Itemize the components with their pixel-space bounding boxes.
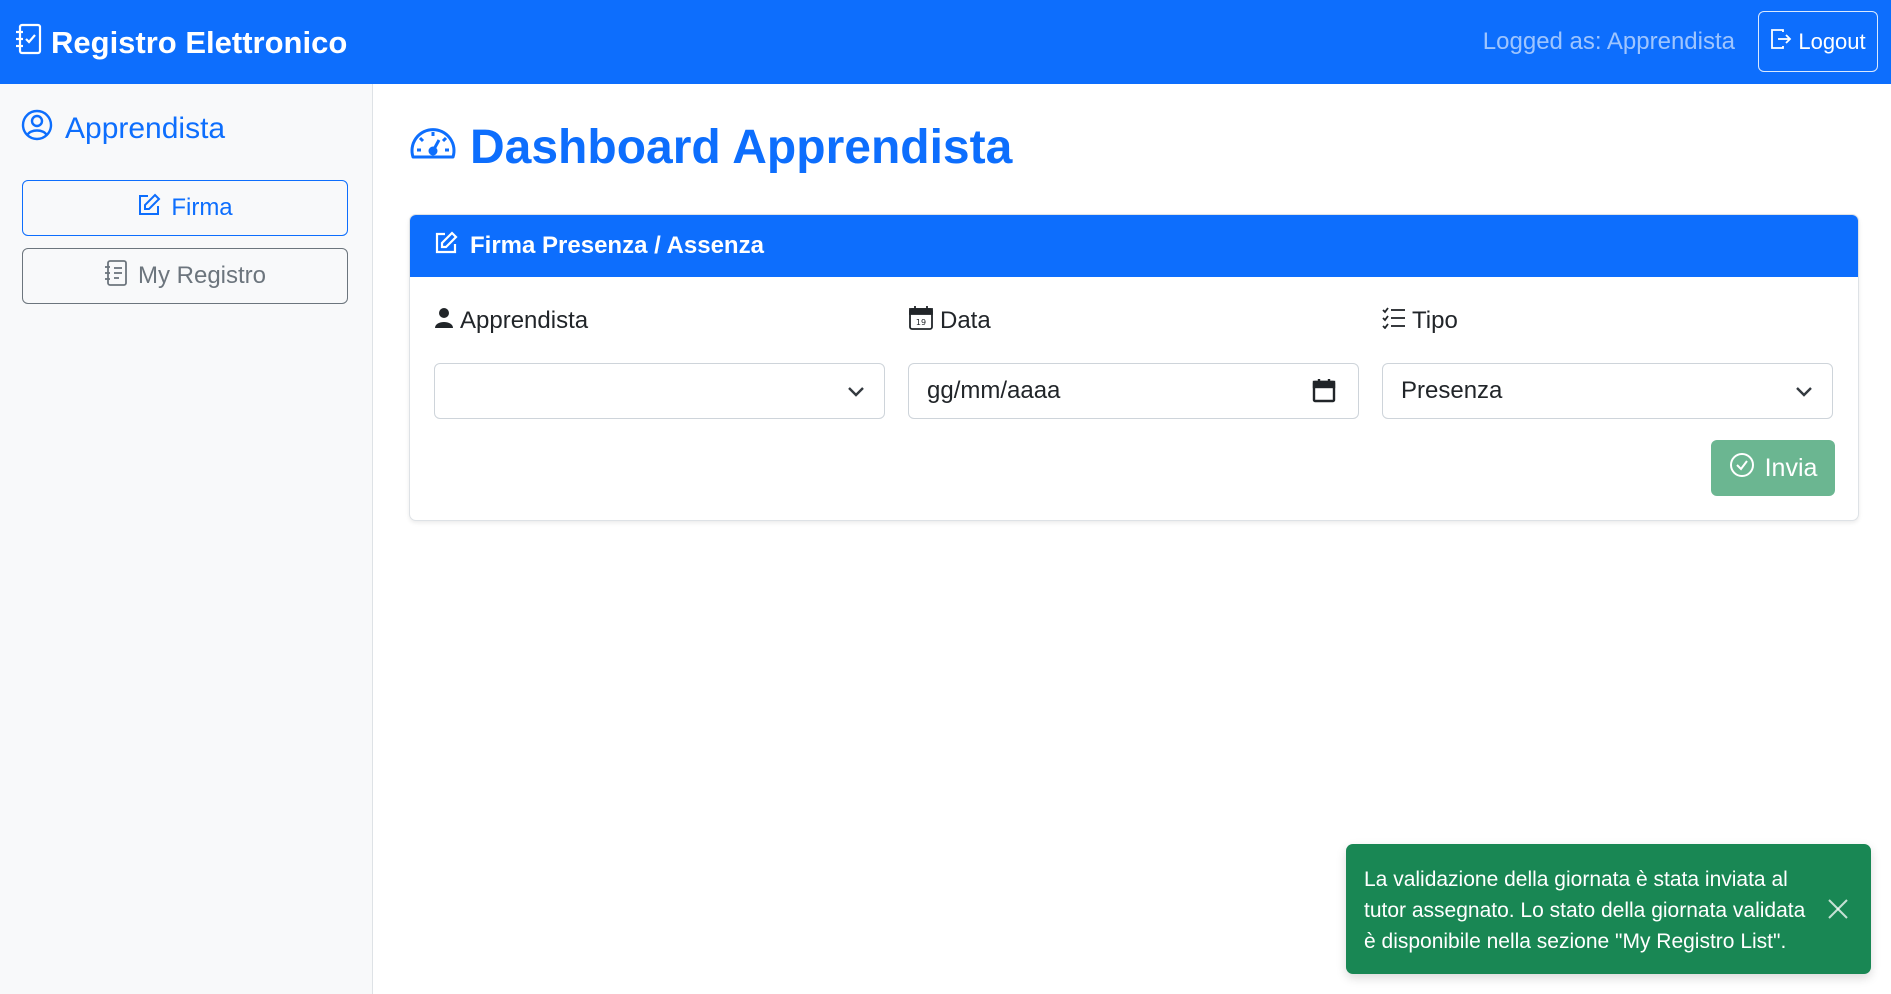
calendar-picker-icon[interactable] [1312,378,1336,411]
brand-text: Registro Elettronico [51,25,348,60]
pencil-square-icon [137,193,171,224]
navbar: Registro Elettronico Logged as: Apprendi… [0,0,1891,84]
list-check-icon [1382,306,1412,336]
logout-label: Logout [1798,28,1866,54]
tipo-label: Tipo [1382,305,1833,337]
toast-notification: La validazione della giornata è stata in… [1346,844,1871,974]
card-header-text: Firma Presenza / Assenza [470,232,764,259]
person-circle-icon [21,109,65,149]
logout-button[interactable]: Logout [1758,11,1878,72]
sidebar-item-label: My Registro [137,262,267,289]
card-header: Firma Presenza / Assenza [410,215,1858,277]
sidebar-title: Apprendista [21,109,225,149]
calendar-icon: 19 [908,305,940,338]
data-input-placeholder: gg/mm/aaaa [927,377,1061,404]
box-arrow-right-icon [1770,28,1798,56]
check-circle-icon [1729,452,1765,485]
journal-text-icon [104,259,138,293]
data-input[interactable]: gg/mm/aaaa [908,363,1359,419]
svg-text:19: 19 [916,318,926,327]
sidebar-item-label: Firma [171,194,233,221]
pencil-square-icon [434,230,470,262]
tipo-select[interactable]: Presenza [1382,363,1833,419]
tipo-label-text: Tipo [1412,307,1458,334]
apprendista-field: Apprendista [434,305,885,419]
brand[interactable]: Registro Elettronico [15,23,348,63]
invia-label: Invia [1764,453,1818,482]
sidebar-item-firma[interactable]: Firma [22,180,348,236]
chevron-down-icon [1794,380,1814,408]
sidebar-title-text: Apprendista [65,112,226,145]
page-title-text: Dashboard Apprendista [470,121,1013,174]
sidebar-item-my-registro[interactable]: My Registro [22,248,348,304]
apprendista-select[interactable] [434,363,885,419]
tipo-field: Tipo Presenza [1382,305,1833,419]
data-label-text: Data [940,307,991,334]
firma-card: Firma Presenza / Assenza Apprendista 19 … [409,214,1859,521]
page-title: Dashboard Apprendista [408,120,1012,175]
toast-message: La validazione della giornata è stata in… [1364,868,1806,953]
tipo-select-value: Presenza [1401,377,1503,404]
sidebar: Apprendista Firma My Registro [0,84,373,994]
chevron-down-icon [846,380,866,408]
apprendista-label: Apprendista [434,305,885,337]
close-icon[interactable] [1827,898,1849,920]
logged-as-text: Logged as: Apprendista [1482,28,1735,55]
data-label: 19 Data [908,305,1359,337]
invia-button[interactable]: Invia [1711,440,1835,496]
speedometer-icon [408,120,470,175]
apprendista-label-text: Apprendista [460,307,589,334]
data-field: 19 Data gg/mm/aaaa [908,305,1359,419]
journal-check-icon [15,23,51,63]
person-icon [434,307,460,336]
